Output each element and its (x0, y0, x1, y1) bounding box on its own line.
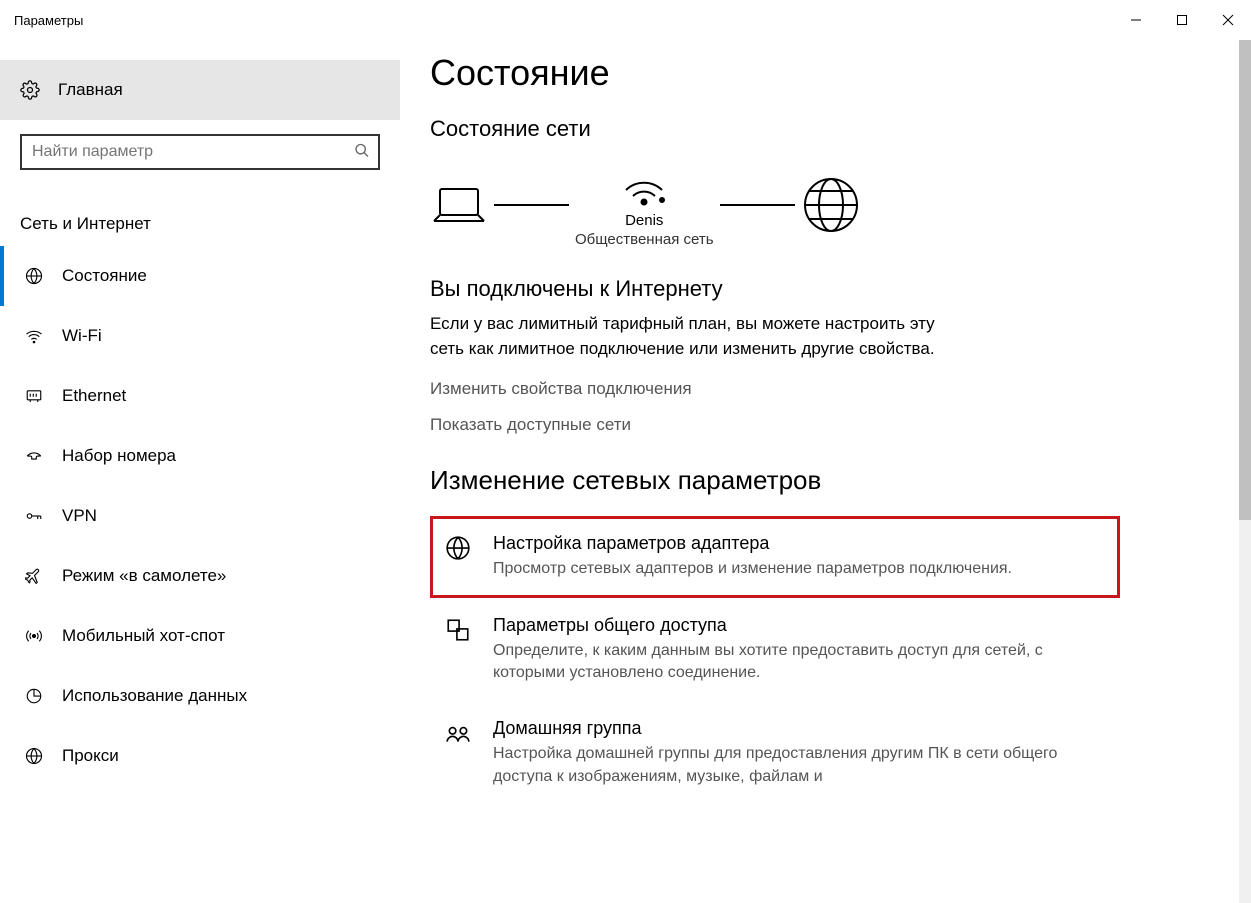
option-homegroup[interactable]: Домашняя группа Настройка домашней групп… (430, 701, 1120, 805)
close-button[interactable] (1205, 4, 1251, 36)
nav-item-proxy[interactable]: Прокси (0, 726, 400, 786)
laptop-icon (430, 183, 488, 227)
nav-item-dialup[interactable]: Набор номера (0, 426, 400, 486)
option-adapter-settings[interactable]: Настройка параметров адаптера Просмотр с… (430, 516, 1120, 597)
link-change-connection-properties[interactable]: Изменить свойства подключения (430, 379, 1221, 399)
nav-item-label: Набор номера (62, 446, 176, 466)
sharing-icon (443, 615, 473, 685)
window-title: Параметры (14, 13, 83, 28)
network-name: Denis (625, 212, 663, 229)
main-content: Состояние Состояние сети Denis Обществен… (400, 40, 1251, 903)
nav-item-label: Мобильный хот-спот (62, 626, 225, 646)
nav-item-label: Wi-Fi (62, 326, 102, 346)
network-type: Общественная сеть (575, 231, 714, 248)
nav-item-label: Использование данных (62, 686, 247, 706)
option-desc: Настройка домашней группы для предоставл… (493, 743, 1107, 788)
search-icon (354, 143, 370, 162)
window-controls (1113, 4, 1251, 36)
nav-home[interactable]: Главная (0, 60, 400, 120)
sidebar-section-title: Сеть и Интернет (0, 184, 400, 246)
search-row (0, 120, 400, 184)
nav-item-data-usage[interactable]: Использование данных (0, 666, 400, 726)
wifi-icon (24, 327, 44, 345)
nav-item-vpn[interactable]: VPN (0, 486, 400, 546)
homegroup-icon (443, 718, 473, 788)
link-show-available-networks[interactable]: Показать доступные сети (430, 415, 1221, 435)
vpn-icon (24, 507, 44, 525)
sidebar: Главная Сеть и Интернет Состояние (0, 40, 400, 903)
nav-item-label: Состояние (62, 266, 147, 286)
nav-item-label: Прокси (62, 746, 119, 766)
globe-icon (24, 267, 44, 285)
adapter-icon (443, 533, 473, 580)
connection-line (720, 204, 795, 206)
nav-item-label: Ethernet (62, 386, 126, 406)
network-status-heading: Состояние сети (430, 116, 1221, 142)
globe-large-icon (801, 175, 861, 235)
connected-description: Если у вас лимитный тарифный план, вы мо… (430, 312, 950, 361)
connected-heading: Вы подключены к Интернету (430, 276, 1221, 302)
option-sharing-settings[interactable]: Параметры общего доступа Определите, к к… (430, 598, 1120, 702)
scrollbar-thumb[interactable] (1239, 40, 1251, 520)
option-desc: Определите, к каким данным вы хотите пре… (493, 640, 1107, 685)
nav-item-hotspot[interactable]: Мобильный хот-спот (0, 606, 400, 666)
minimize-icon (1130, 14, 1142, 26)
search-input[interactable] (20, 134, 380, 170)
minimize-button[interactable] (1113, 4, 1159, 36)
option-title: Настройка параметров адаптера (493, 533, 1107, 554)
airplane-icon (24, 567, 44, 585)
dialup-icon (24, 447, 44, 465)
page-title: Состояние (430, 52, 1221, 94)
network-diagram: Denis Общественная сеть (430, 162, 1221, 248)
maximize-button[interactable] (1159, 4, 1205, 36)
wifi-signal-icon (619, 162, 669, 206)
gear-icon (20, 80, 40, 100)
close-icon (1222, 14, 1234, 26)
nav-item-status[interactable]: Состояние (0, 246, 400, 306)
nav-items: Состояние Wi-Fi Ethernet Набор номера (0, 246, 400, 786)
proxy-icon (24, 747, 44, 765)
option-title: Домашняя группа (493, 718, 1107, 739)
option-title: Параметры общего доступа (493, 615, 1107, 636)
option-desc: Просмотр сетевых адаптеров и изменение п… (493, 558, 1107, 580)
titlebar: Параметры (0, 0, 1251, 40)
nav-item-label: VPN (62, 506, 97, 526)
scrollbar[interactable] (1239, 40, 1251, 903)
nav-item-ethernet[interactable]: Ethernet (0, 366, 400, 426)
connection-line (494, 204, 569, 206)
change-settings-heading: Изменение сетевых параметров (430, 465, 1221, 496)
hotspot-icon (24, 627, 44, 645)
nav-item-label: Режим «в самолете» (62, 566, 226, 586)
ethernet-icon (24, 387, 44, 405)
nav-item-wifi[interactable]: Wi-Fi (0, 306, 400, 366)
nav-item-airplane[interactable]: Режим «в самолете» (0, 546, 400, 606)
data-usage-icon (24, 687, 44, 705)
maximize-icon (1176, 14, 1188, 26)
nav-home-label: Главная (58, 80, 123, 100)
